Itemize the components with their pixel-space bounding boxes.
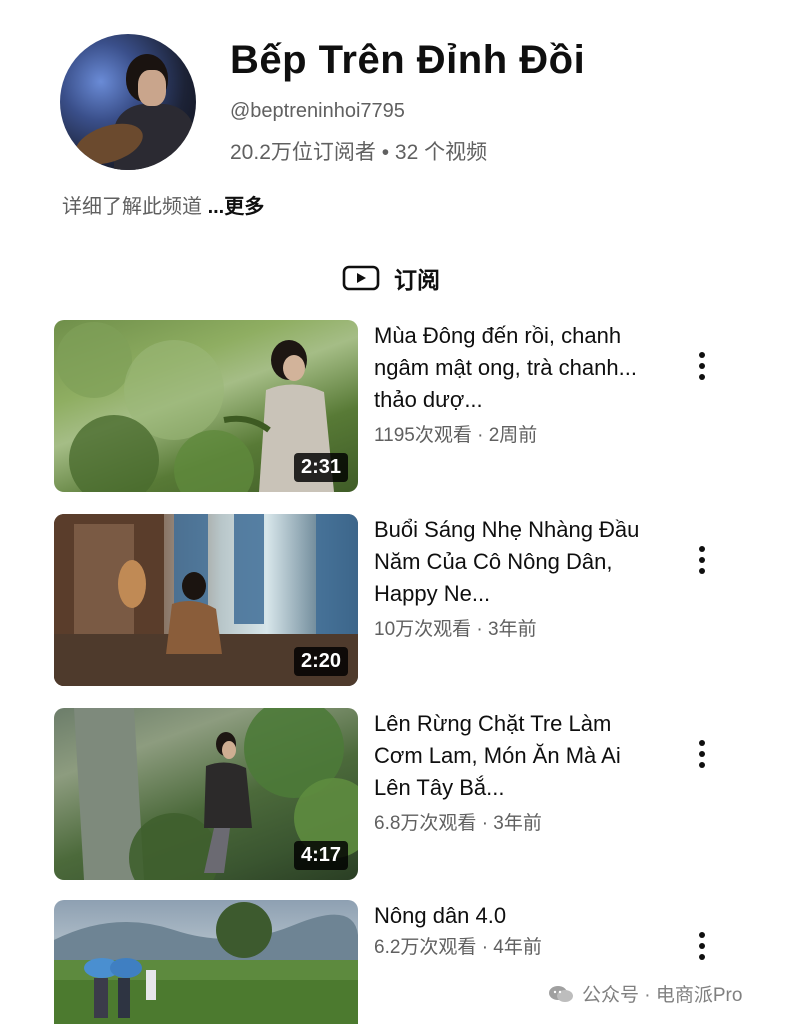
video-meta: 6.8万次观看 · 3年前 bbox=[374, 813, 542, 834]
channel-avatar[interactable] bbox=[60, 34, 196, 170]
video-item[interactable]: 2:20 Buổi Sáng Nhẹ Nhàng Đầu Năm Của Cô … bbox=[54, 514, 754, 686]
channel-stats: 20.2万位订阅者 • 32 个视频 bbox=[230, 141, 488, 164]
video-title[interactable]: Nông dân 4.0 bbox=[374, 900, 654, 932]
video-duration: 4:17 bbox=[293, 841, 348, 870]
avatar-figure-face bbox=[138, 70, 166, 106]
video-meta: 6.2万次观看 · 4年前 bbox=[374, 937, 542, 958]
play-box-icon bbox=[342, 265, 380, 291]
more-options-icon[interactable] bbox=[690, 346, 714, 386]
video-thumbnail[interactable]: 4:17 bbox=[54, 708, 358, 880]
video-thumbnail[interactable] bbox=[54, 900, 358, 1024]
subscribe-button[interactable]: 订阅 bbox=[342, 258, 440, 298]
watermark-text: 公众号 · 电商派Pro bbox=[582, 985, 743, 1006]
channel-name: Bếp Trên Đỉnh Đồi bbox=[230, 38, 586, 82]
video-duration: 2:20 bbox=[293, 647, 348, 676]
watermark: 公众号 · 电商派Pro bbox=[548, 980, 742, 1007]
video-meta: 10万次观看 · 3年前 bbox=[374, 619, 537, 640]
video-thumbnail[interactable]: 2:31 bbox=[54, 320, 358, 492]
video-item[interactable]: 2:31 Mùa Đông đến rồi, chanh ngâm mật on… bbox=[54, 320, 754, 492]
subscribe-label: 订阅 bbox=[394, 267, 440, 293]
video-duration: 2:31 bbox=[293, 453, 348, 482]
video-thumbnail[interactable]: 2:20 bbox=[54, 514, 358, 686]
about-more-link[interactable]: ...更多 bbox=[208, 196, 265, 218]
more-options-icon[interactable] bbox=[690, 540, 714, 580]
channel-about[interactable]: 详细了解此频道 ...更多 bbox=[62, 190, 264, 219]
about-text: 详细了解此频道 bbox=[62, 196, 208, 218]
video-title[interactable]: Buổi Sáng Nhẹ Nhàng Đầu Năm Của Cô Nông … bbox=[374, 514, 654, 610]
channel-handle: @beptreninhoi7795 bbox=[230, 100, 405, 122]
more-options-icon[interactable] bbox=[690, 734, 714, 774]
video-item[interactable]: 4:17 Lên Rừng Chặt Tre Làm Cơm Lam, Món … bbox=[54, 708, 754, 880]
video-meta: 1195次观看 · 2周前 bbox=[374, 425, 538, 446]
more-options-icon[interactable] bbox=[690, 926, 714, 966]
video-title[interactable]: Lên Rừng Chặt Tre Làm Cơm Lam, Món Ăn Mà… bbox=[374, 708, 654, 804]
video-title[interactable]: Mùa Đông đến rồi, chanh ngâm mật ong, tr… bbox=[374, 320, 654, 416]
channel-header: Bếp Trên Đỉnh Đồi @beptreninhoi7795 20.2… bbox=[60, 34, 760, 174]
wechat-icon bbox=[549, 985, 573, 1002]
